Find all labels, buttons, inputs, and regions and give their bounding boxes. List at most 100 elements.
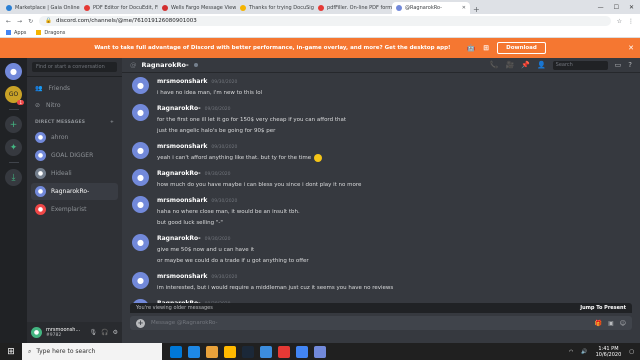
user-avatar[interactable]: ● [31, 327, 42, 338]
taskbar-app-icon[interactable] [242, 345, 254, 358]
taskbar-search-input[interactable]: ⌕ Type here to search [22, 343, 162, 360]
close-window-icon[interactable]: ✕ [629, 4, 634, 11]
create-dm-icon[interactable]: + [110, 120, 114, 125]
message-avatar[interactable]: ● [132, 169, 149, 186]
close-tab-icon[interactable]: ✕ [462, 5, 466, 11]
taskbar-app-icon[interactable] [206, 345, 218, 358]
minimize-icon[interactable]: — [598, 4, 604, 11]
volume-icon[interactable]: 🔊 [581, 349, 587, 355]
wifi-icon[interactable]: ◠ [569, 349, 573, 355]
server-separator [8, 109, 19, 110]
reload-icon[interactable]: ↻ [28, 18, 33, 25]
inbox-icon[interactable]: ▭ [615, 61, 622, 69]
message-group: ● mrsmoonshark 09/30/2020 i have no idea ma… [122, 76, 640, 99]
taskbar-app-icon[interactable] [296, 345, 308, 358]
close-banner-icon[interactable]: ✕ [628, 44, 634, 52]
favicon-icon [84, 5, 90, 11]
extensions-icon[interactable]: ⋮ [628, 18, 634, 25]
dm-item[interactable]: ● GOAL DIGGER [31, 147, 118, 164]
dm-item[interactable]: ● ahron [31, 129, 118, 146]
message-input[interactable]: Message @RagnarokRo- [151, 320, 218, 326]
tab-label: Wells Fargo Message View [171, 5, 236, 11]
help-icon[interactable]: ? [628, 61, 632, 69]
url-field[interactable]: 🔒 discord.com/channels/@me/7610191260809… [39, 16, 611, 26]
message-avatar[interactable]: ● [132, 272, 149, 289]
message-group: ● RagnarokRo- 09/30/2020 how much do you ha… [122, 168, 640, 191]
url-text: discord.com/channels/@me/761019126080901… [55, 18, 197, 24]
search-icon: ⌕ [28, 347, 32, 355]
windows-taskbar: ⊞ ⌕ Type here to search ◠ 🔊 1:41 PM 10/6… [0, 343, 640, 360]
add-server-button[interactable]: + [5, 116, 22, 133]
nitro-icon: ⊘ [35, 102, 41, 109]
maximize-icon[interactable]: ☐ [614, 4, 619, 11]
taskbar-app-icon[interactable] [188, 345, 200, 358]
add-friend-icon[interactable]: 👤 [537, 61, 546, 69]
upload-plus-icon[interactable]: + [136, 318, 145, 328]
bookmark-apps[interactable]: Apps [6, 30, 26, 36]
dm-header: DIRECT MESSAGES + [35, 120, 114, 125]
clock-time: 1:41 PM [598, 345, 619, 352]
download-apps-button[interactable]: ⤓ [5, 169, 22, 186]
message-avatar[interactable]: ● [132, 234, 149, 251]
message-timestamp: 09/30/2020 [211, 145, 238, 150]
dm-item[interactable]: ● RagnarokRo- [31, 183, 118, 200]
message-composer[interactable]: + Message @RagnarokRo- 🎁 ▣ ☺ [130, 316, 632, 330]
browser-tab[interactable]: PDF Editor for DocuEdit, Fill, Si...✕ [80, 2, 158, 14]
browser-tab[interactable]: Marketplace | Gaia Online✕ [2, 2, 80, 14]
voice-call-icon[interactable]: 📞 [490, 61, 499, 69]
dm-item[interactable]: ● Exemplarist [31, 201, 118, 218]
explore-servers-button[interactable]: ✦ [5, 139, 22, 156]
forward-icon[interactable]: → [17, 18, 22, 25]
dm-item[interactable]: ● Hideali [31, 165, 118, 182]
message-author[interactable]: RagnarokRo- [157, 170, 201, 177]
taskbar-app-icon[interactable] [314, 345, 326, 358]
address-bar-row: ← → ↻ 🔒 discord.com/channels/@me/7610191… [0, 14, 640, 28]
message-avatar[interactable]: ● [132, 196, 149, 213]
find-conversation-input[interactable]: Find or start a conversation [32, 62, 117, 72]
message-author[interactable]: RagnarokRo- [157, 235, 201, 242]
back-icon[interactable]: ← [6, 18, 11, 25]
home-button[interactable]: ● [5, 63, 22, 80]
browser-tab[interactable]: Thanks for trying DocuSign✕ [236, 2, 314, 14]
message-author[interactable]: mrsmoonshark [157, 78, 207, 85]
browser-tab[interactable]: Wells Fargo Message View✕ [158, 2, 236, 14]
pin-icon[interactable]: 📌 [521, 61, 530, 69]
folder-icon [36, 30, 42, 35]
message-author[interactable]: mrsmoonshark [157, 143, 207, 150]
sidebar-item-friends[interactable]: 👥 Friends [27, 80, 122, 97]
taskbar-app-icon[interactable] [170, 345, 182, 358]
microphone-icon[interactable]: 🎙 [90, 329, 98, 336]
settings-gear-icon[interactable]: ⚙ [113, 329, 118, 336]
browser-tab[interactable]: @RagnarokRo- ✕ [392, 2, 470, 14]
message-avatar[interactable]: ● [132, 77, 149, 94]
dm-avatar: ● [35, 150, 46, 161]
windows-start-icon[interactable]: ⊞ [0, 347, 22, 357]
server-icon[interactable]: GO 1 [5, 86, 24, 105]
message-avatar[interactable]: ● [132, 104, 149, 121]
message-author[interactable]: mrsmoonshark [157, 197, 207, 204]
browser-tab[interactable]: pdfFiller. On-line PDF form Fill...✕ [314, 2, 392, 14]
headphones-icon[interactable]: 🎧 [101, 329, 108, 336]
bookmark-dragons[interactable]: Dragons [36, 30, 65, 36]
android-icon: 🤖 [466, 44, 476, 52]
taskbar-app-icon[interactable] [278, 345, 290, 358]
star-icon[interactable]: ☆ [617, 18, 622, 25]
status-indicator [193, 63, 198, 67]
message-author[interactable]: mrsmoonshark [157, 273, 207, 280]
gift-icon[interactable]: 🎁 [595, 320, 602, 327]
download-button[interactable]: Download [497, 42, 546, 54]
gif-icon[interactable]: ▣ [608, 320, 614, 327]
notifications-icon[interactable]: ▢ [629, 349, 634, 355]
header-search-input[interactable]: Search [552, 60, 608, 70]
clock[interactable]: 1:41 PM 10/6/2020 [596, 346, 622, 358]
message-avatar[interactable]: ● [132, 142, 149, 159]
jump-to-present-button[interactable]: Jump To Present [580, 305, 626, 311]
sidebar-item-nitro[interactable]: ⊘ Nitro [27, 97, 122, 114]
new-tab-button[interactable]: + [473, 5, 480, 14]
taskbar-app-icon[interactable] [260, 345, 272, 358]
message-group: ● RagnarokRo- 09/30/2020 for the first one … [122, 103, 640, 137]
message-author[interactable]: RagnarokRo- [157, 105, 201, 112]
emoji-icon[interactable]: ☺ [620, 320, 626, 327]
taskbar-app-icon[interactable] [224, 345, 236, 358]
video-call-icon[interactable]: 🎥 [506, 61, 515, 69]
